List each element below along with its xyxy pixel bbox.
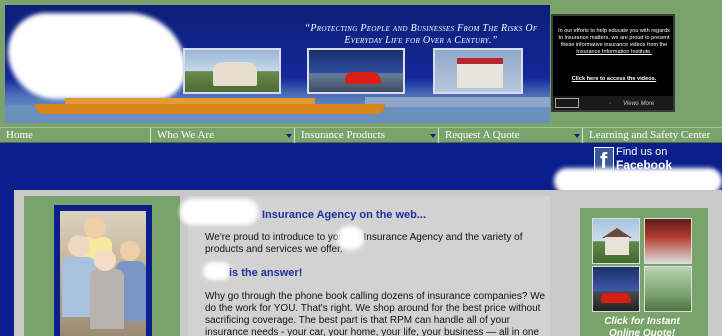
quote-line1: Click for Instant <box>604 316 680 327</box>
redacted-agency-name <box>180 199 258 225</box>
quote-thumb-auto[interactable] <box>592 266 640 312</box>
nav-who-we-are-label: Who We Are <box>157 129 214 141</box>
logo-area[interactable] <box>8 13 186 99</box>
header-banner: “Protecting People and Businesses From T… <box>5 5 550 123</box>
nav-home[interactable]: Home <box>0 128 151 143</box>
nav-who-we-are[interactable]: Who We Are <box>151 128 295 143</box>
body-paragraph: Why go through the phone book calling do… <box>205 291 546 336</box>
nav-home-label: Home <box>6 129 33 141</box>
site-header: “Protecting People and Businesses From T… <box>0 0 722 127</box>
dropdown-arrow-icon <box>286 134 292 138</box>
slogan: “Protecting People and Businesses From T… <box>304 23 538 46</box>
family-photo <box>60 211 146 336</box>
quote-line2: Online Quote! <box>608 328 676 336</box>
nav-insurance-products-label: Insurance Products <box>301 129 386 141</box>
video-prev-control[interactable]: ◦ <box>609 101 611 107</box>
answer-heading: is the answer! <box>229 267 303 279</box>
quote-thumb-family[interactable] <box>644 266 692 312</box>
videos-intro-text: In our efforts to help educate you with … <box>558 28 670 48</box>
quote-thumb-home[interactable] <box>592 218 640 264</box>
nav-request-a-quote-label: Request A Quote <box>445 129 520 141</box>
view-more-link[interactable]: Views More <box>623 101 654 107</box>
nav-insurance-products[interactable]: Insurance Products <box>295 128 439 143</box>
main-navigation: Home Who We Are Insurance Products Reque… <box>0 127 722 143</box>
instant-quote-link[interactable]: Click for Instant Online Quote! <box>592 316 692 336</box>
banner-photo-storefront <box>433 48 523 94</box>
banner-photo-car <box>307 48 405 94</box>
banner-photo-family <box>183 48 281 94</box>
videos-footer-bar: ◦ Views More <box>553 96 673 110</box>
insurance-videos-widget[interactable]: In our efforts to help educate you with … <box>551 14 675 112</box>
iii-logo <box>555 98 579 108</box>
videos-intro: In our efforts to help educate you with … <box>557 28 671 56</box>
dropdown-arrow-icon <box>430 134 436 138</box>
institute-link[interactable]: Insurance Information Institute. <box>576 49 652 55</box>
redacted-agency-name-inline <box>337 226 364 250</box>
access-videos-link[interactable]: Click here to access the videos. <box>557 76 671 82</box>
intro-paragraph: We're proud to introduce to you the Insu… <box>205 232 523 255</box>
redacted-agency-name-2 <box>203 262 231 280</box>
welcome-heading: Insurance Agency on the web... <box>262 209 427 221</box>
nav-learning-safety-center[interactable]: Learning and Safety Center <box>583 128 722 143</box>
nav-request-a-quote[interactable]: Request A Quote <box>439 128 583 143</box>
quote-thumb-business[interactable] <box>644 218 692 264</box>
skyline-graphic <box>365 97 550 107</box>
dropdown-arrow-icon <box>574 134 580 138</box>
ferry-graphic <box>35 104 385 114</box>
nav-learning-label: Learning and Safety Center <box>589 129 711 141</box>
